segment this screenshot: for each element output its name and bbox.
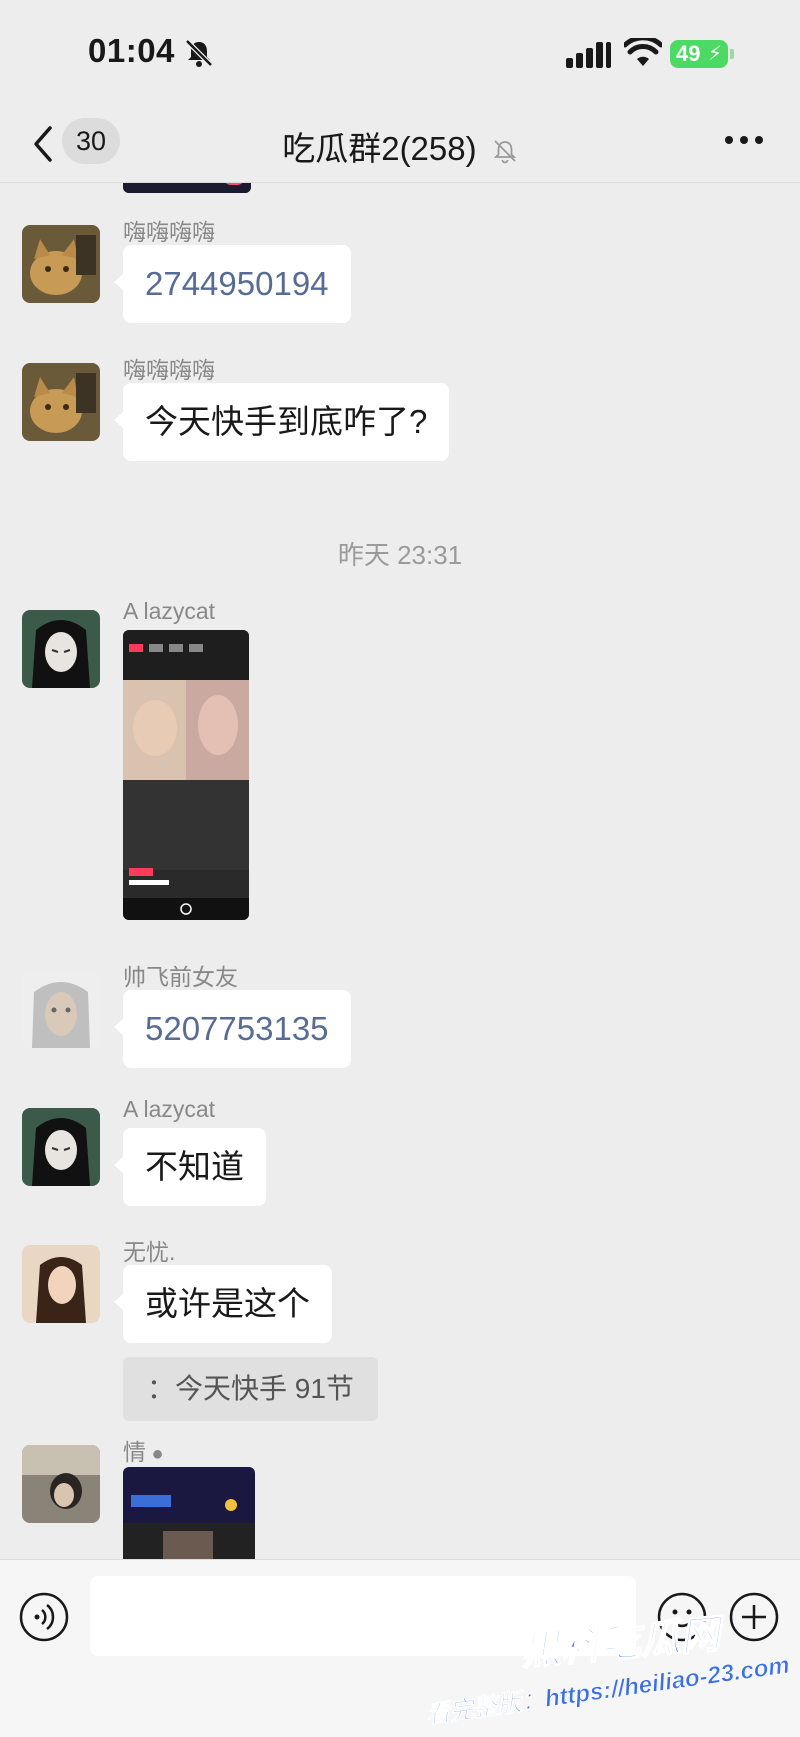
battery-level: 49	[676, 41, 701, 66]
image-message[interactable]	[123, 630, 249, 920]
charging-bolt-icon: ⚡	[707, 43, 722, 65]
image-thumbnail	[123, 630, 249, 920]
avatar[interactable]	[22, 225, 100, 303]
mute-bell-icon	[493, 140, 516, 164]
apple-logo-icon: ●	[146, 1443, 164, 1465]
avatar[interactable]	[22, 610, 100, 688]
message-bubble[interactable]: 5207753135	[114, 990, 351, 1068]
avatar[interactable]	[22, 1108, 100, 1186]
image-thumbnail	[123, 183, 251, 193]
message-bubble[interactable]: 或许是这个	[114, 1265, 332, 1343]
emoji-icon[interactable]	[656, 1591, 708, 1643]
chat-header: 30 吃瓜群2(258)	[0, 110, 800, 183]
status-time: 01:04	[88, 32, 175, 69]
more-options-icon[interactable]	[724, 134, 764, 146]
avatar[interactable]	[22, 970, 100, 1048]
image-message[interactable]	[123, 1467, 255, 1559]
avatar[interactable]	[22, 363, 100, 441]
battery-indicator: 49 ⚡	[670, 40, 734, 68]
watermark-url: 看完整版：https://heiliao-23.com	[424, 1651, 792, 1730]
sender-name: 嗨嗨嗨嗨	[123, 219, 215, 245]
wifi-icon	[624, 38, 662, 66]
message-bubble[interactable]: 2744950194	[114, 245, 351, 323]
image-thumbnail	[123, 1467, 255, 1559]
sender-name: 帅飞前女友	[123, 964, 238, 990]
voice-input-icon[interactable]	[18, 1591, 70, 1643]
quoted-message[interactable]: ：今天快手 91节	[123, 1357, 378, 1421]
image-message[interactable]	[123, 183, 251, 193]
cellular-signal-icon	[566, 42, 611, 68]
sender-name: 情 ●	[123, 1433, 164, 1467]
sender-name: 嗨嗨嗨嗨	[123, 357, 215, 383]
message-bubble[interactable]: 不知道	[114, 1128, 266, 1206]
sender-name: 无忧.	[123, 1239, 176, 1265]
input-bar: 黑料吃瓜网 看完整版：https://heiliao-23.com	[0, 1559, 800, 1737]
add-attachment-icon[interactable]	[728, 1591, 780, 1643]
bell-off-icon	[185, 39, 213, 67]
sender-name: A lazycat	[123, 598, 216, 624]
sender-name-text: 情	[123, 1439, 146, 1465]
avatar[interactable]	[22, 1445, 100, 1523]
chat-title: 吃瓜群2(258)	[0, 122, 800, 170]
message-bubble[interactable]: 今天快手到底咋了?	[113, 383, 450, 461]
chat-title-text: 吃瓜群2(258)	[282, 130, 477, 167]
avatar[interactable]	[22, 1245, 100, 1323]
message-timestamp: 昨天 23:31	[337, 540, 463, 570]
message-input[interactable]	[90, 1576, 636, 1656]
message-list[interactable]: 嗨嗨嗨嗨 2744950194 嗨嗨嗨嗨 今天快手到底咋了? 昨天 23:31	[0, 183, 800, 1559]
status-bar: 01:04 49 ⚡	[0, 0, 800, 110]
sender-name: A lazycat	[123, 1096, 216, 1122]
